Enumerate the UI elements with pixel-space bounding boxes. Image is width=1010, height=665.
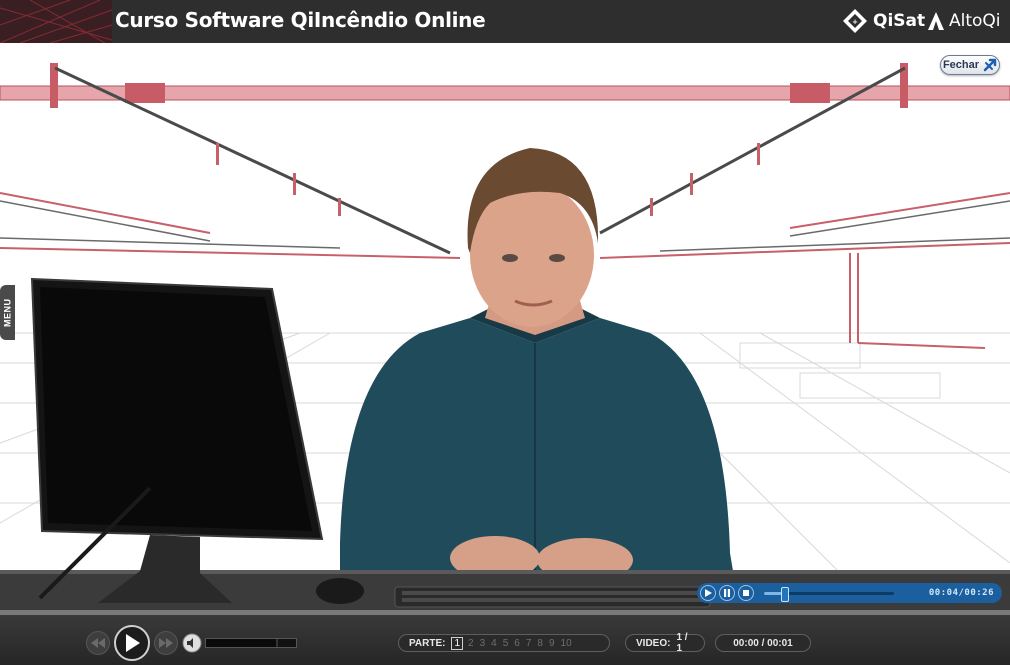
rewind-icon [91,638,105,648]
volume-handle[interactable] [276,639,296,647]
video-stage[interactable]: Fechar MENU 00:04/00:26 [0,43,1010,610]
video-frame [0,63,1010,610]
menu-tab-label: MENU [2,298,13,327]
part-4-link[interactable]: 4 [491,638,497,649]
volume-icon[interactable] [182,633,202,653]
time-display: 00:00 / 00:01 [715,634,811,652]
player-control-bar: PARTE: 1 2 3 4 5 6 7 8 9 10 VIDEO: 1 / 1 00:00 / … [0,610,1010,665]
video-indicator: VIDEO: 1 / 1 [625,632,705,654]
altoqi-logo-icon [928,12,944,30]
play-icon [126,634,140,652]
parts-label: PARTE: [409,637,446,649]
play-button[interactable] [114,625,150,661]
qisat-logo-icon: + [843,9,867,33]
close-button[interactable]: Fechar [940,55,1000,75]
parts-list: 1 2 3 4 5 6 7 8 9 10 [449,636,574,650]
header-corner-graphic [0,0,112,43]
part-10-link[interactable]: 10 [561,638,572,649]
altoqi-brand-name: AltoQi [949,11,1001,31]
part-3-link[interactable]: 3 [480,638,486,649]
fast-forward-button[interactable] [154,631,178,655]
video-label: VIDEO: [636,637,671,649]
inline-pause-button[interactable] [719,585,735,601]
qisat-brand-name: QiSat [873,11,926,31]
part-6-link[interactable]: 6 [514,638,520,649]
part-1-link[interactable]: 1 [451,636,464,650]
altoqi-brand: AltoQi [928,8,1001,34]
part-8-link[interactable]: 8 [537,638,543,649]
inline-time-display: 00:04/00:26 [928,588,994,598]
inline-stop-button[interactable] [738,585,754,601]
rewind-button[interactable] [86,631,110,655]
part-9-link[interactable]: 9 [549,638,555,649]
inline-seek-track[interactable] [764,586,894,602]
course-title: Curso Software QiIncêndio Online [115,8,486,32]
header-bar: Curso Software QiIncêndio Online + QiSat… [0,0,1010,44]
inline-video-controls: 00:04/00:26 [697,583,1002,603]
qisat-brand: + QiSat [842,8,925,34]
inline-play-button[interactable] [700,585,716,601]
svg-text:+: + [852,18,858,26]
volume-slider[interactable] [205,638,297,648]
close-icon [983,58,997,72]
part-2-link[interactable]: 2 [468,638,474,649]
volume-fill [206,639,283,647]
stop-icon [743,590,749,596]
close-button-label: Fechar [942,59,980,71]
fast-forward-icon [159,638,173,648]
video-value: 1 / 1 [676,632,688,654]
play-icon [705,589,712,597]
pause-icon [724,589,730,597]
inline-seek-handle[interactable] [780,586,789,602]
parts-selector: PARTE: 1 2 3 4 5 6 7 8 9 10 [398,634,610,652]
part-5-link[interactable]: 5 [503,638,509,649]
menu-tab[interactable]: MENU [0,285,15,340]
part-7-link[interactable]: 7 [526,638,532,649]
